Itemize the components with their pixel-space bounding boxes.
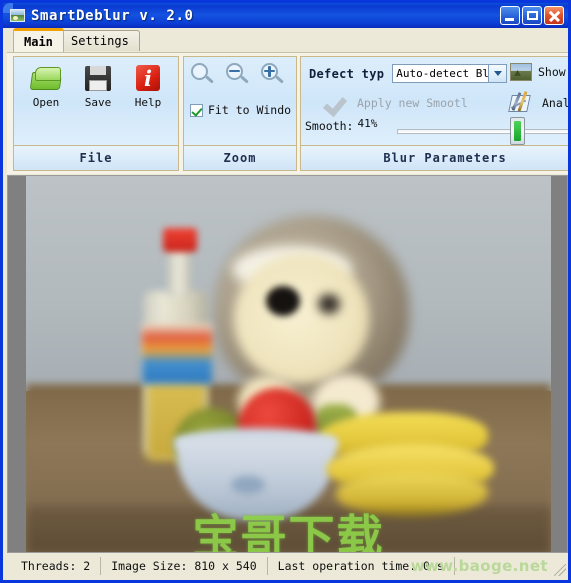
app-image-icon [10, 9, 25, 22]
analyze-label: Analy [542, 96, 568, 110]
zoom-buttons [190, 63, 286, 87]
toolbar: Open Save Help File [7, 52, 568, 174]
photo-hedgehog-eye [266, 286, 300, 316]
status-bar: Threads: 2 Image Size: 810 x 540 Last op… [7, 555, 568, 577]
zoom-group-caption: Zoom [184, 145, 296, 170]
status-threads: Threads: 2 [11, 557, 102, 575]
toolbar-group-zoom: Fit to Windo Zoom [183, 56, 297, 171]
save-button-label: Save [84, 96, 112, 109]
checkmark-icon [323, 93, 349, 113]
application-window: SmartDeblur v. 2.0 Main Settings Open Sa… [0, 0, 571, 583]
analyze-button[interactable]: Analy [508, 91, 568, 115]
resize-grip[interactable] [554, 564, 566, 576]
toolbar-group-blur-parameters: Defect typ Auto-detect Blu Show C Apply … [300, 56, 568, 171]
zoom-out-icon[interactable] [225, 63, 251, 87]
maximize-icon [523, 7, 541, 24]
help-button-label: Help [134, 96, 162, 109]
tab-main[interactable]: Main [13, 28, 64, 52]
fit-to-window-checkbox[interactable] [190, 103, 203, 117]
defect-type-row: Defect typ Auto-detect Blu [309, 64, 508, 83]
show-original-label: Show C [538, 65, 568, 79]
smooth-label: Smooth: [305, 119, 354, 133]
close-button[interactable] [544, 6, 564, 25]
defect-type-value: Auto-detect Blu [396, 67, 496, 80]
save-button[interactable]: Save [72, 63, 124, 109]
chevron-down-icon[interactable] [488, 65, 507, 82]
toolbar-group-file: Open Save Help File [13, 56, 179, 171]
watermark-url: www.baoge.net [410, 557, 548, 575]
image-thumbnail-icon [510, 63, 532, 81]
fit-to-window-row[interactable]: Fit to Windo [190, 103, 291, 117]
minimize-icon [501, 7, 519, 24]
zoom-group-body: Fit to Windo [184, 57, 296, 146]
apply-smooth-label: Apply new Smootl [357, 96, 468, 110]
defect-type-label: Defect typ [309, 66, 385, 81]
close-icon [545, 7, 563, 24]
title-bar: SmartDeblur v. 2.0 [3, 3, 568, 28]
magnifier-icon[interactable] [190, 63, 216, 87]
smooth-slider-handle[interactable] [510, 117, 525, 145]
floppy-disk-icon [81, 63, 115, 93]
photo-bottle-neck [168, 248, 190, 296]
tab-strip: Main Settings [3, 28, 568, 52]
photo-bottle-label [142, 324, 212, 384]
window-title: SmartDeblur v. 2.0 [31, 7, 194, 24]
open-button-label: Open [32, 96, 60, 109]
open-folder-icon [29, 63, 63, 93]
analyze-icon [508, 91, 536, 115]
minimize-button[interactable] [500, 6, 520, 25]
help-button[interactable]: Help [122, 63, 174, 109]
window-controls [500, 6, 564, 25]
smooth-slider-track[interactable] [397, 129, 568, 134]
image-viewer[interactable]: 宝哥下载 [7, 175, 568, 553]
photo-hedgehog-face [234, 254, 369, 384]
tab-settings[interactable]: Settings [60, 30, 140, 51]
open-button[interactable]: Open [20, 63, 72, 109]
apply-smooth-button[interactable]: Apply new Smootl [323, 93, 468, 113]
blur-group-body: Defect typ Auto-detect Blu Show C Apply … [301, 57, 568, 146]
file-group-body: Open Save Help [14, 57, 178, 146]
file-group-caption: File [14, 145, 178, 170]
info-icon [131, 63, 165, 93]
zoom-in-icon[interactable] [260, 63, 286, 87]
blur-group-caption: Blur Parameters [301, 145, 568, 170]
preview-image: 宝哥下载 [26, 176, 551, 552]
photo-bottle-cap [163, 228, 197, 252]
status-image-size: Image Size: 810 x 540 [101, 557, 268, 575]
photo-bowl-pattern [231, 476, 265, 494]
photo-hedgehog-eye-right [318, 294, 340, 314]
maximize-button[interactable] [522, 6, 542, 25]
fit-to-window-label: Fit to Windo [208, 103, 292, 117]
defect-type-select[interactable]: Auto-detect Blu [392, 64, 508, 83]
smooth-value: 41% [357, 116, 378, 130]
show-original-button[interactable]: Show C [510, 63, 568, 81]
